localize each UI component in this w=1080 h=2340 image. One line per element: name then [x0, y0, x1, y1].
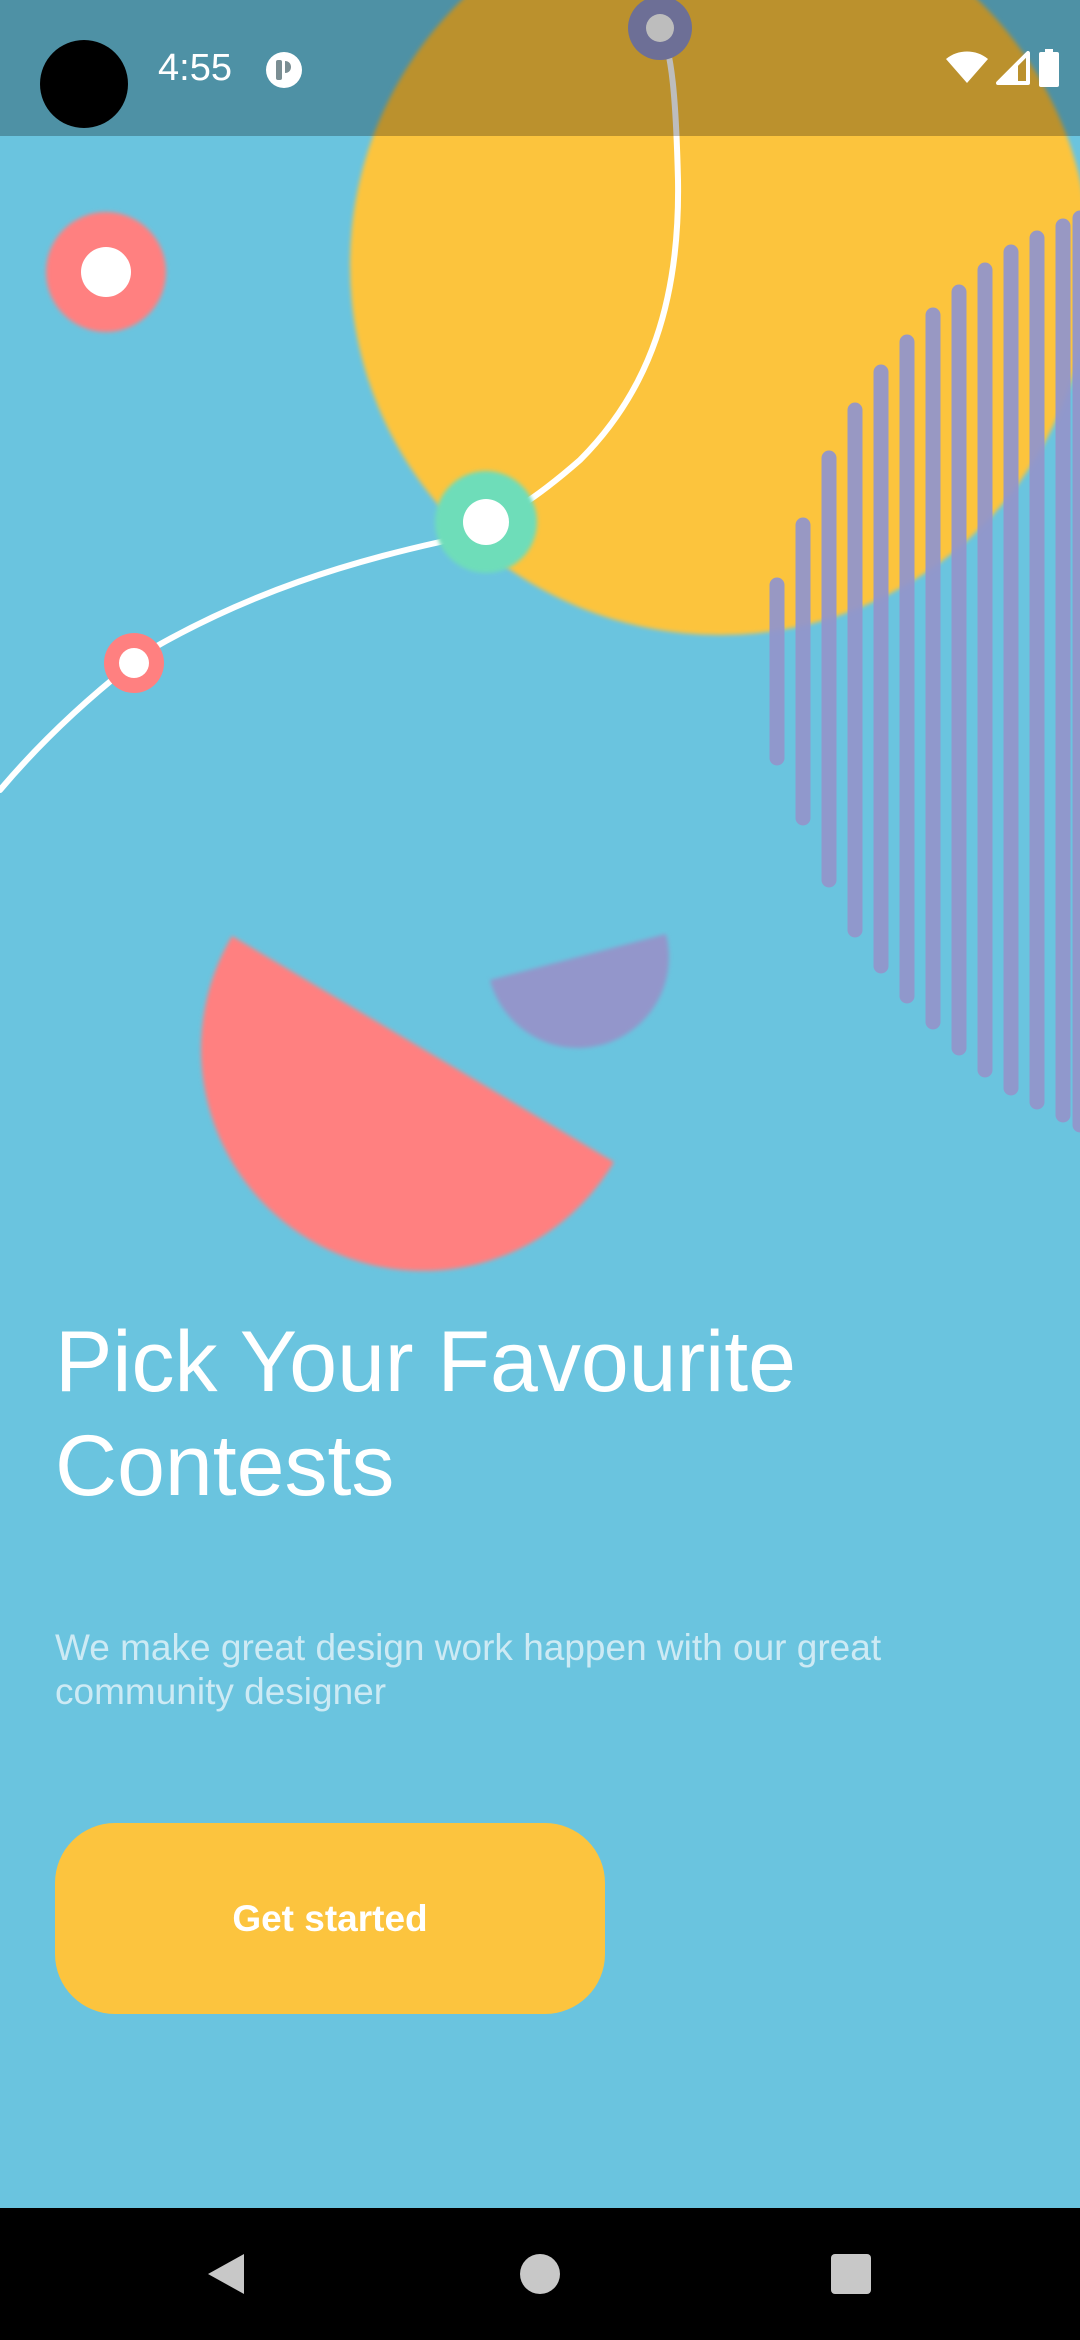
wifi-icon — [946, 51, 988, 83]
coral-dot-small-center — [119, 648, 149, 678]
coral-dot-large-center — [81, 247, 131, 297]
back-button[interactable] — [156, 2208, 296, 2340]
onboarding-illustration — [0, 0, 1080, 1271]
recents-button[interactable] — [781, 2208, 921, 2340]
onboarding-subtitle: We make great design work happen with ou… — [55, 1627, 882, 1712]
purple-half-circle-shape — [490, 934, 669, 1048]
home-button[interactable] — [470, 2208, 610, 2340]
recents-icon — [831, 2254, 871, 2294]
home-icon — [520, 2254, 560, 2294]
battery-icon — [1039, 49, 1059, 87]
status-time: 4:55 — [158, 47, 232, 89]
back-icon — [208, 2254, 244, 2294]
mint-dot-center — [463, 499, 509, 545]
status-bar: 4:55 — [0, 0, 1080, 136]
camera-cutout — [40, 40, 128, 128]
app-notification-icon — [266, 52, 302, 88]
navigation-bar — [0, 2208, 1080, 2340]
get-started-button[interactable]: Get started — [55, 1823, 605, 2014]
signal-icon — [996, 51, 1030, 85]
onboarding-headline: Pick Your Favourite Contests — [55, 1314, 796, 1514]
status-icons — [946, 48, 1060, 88]
